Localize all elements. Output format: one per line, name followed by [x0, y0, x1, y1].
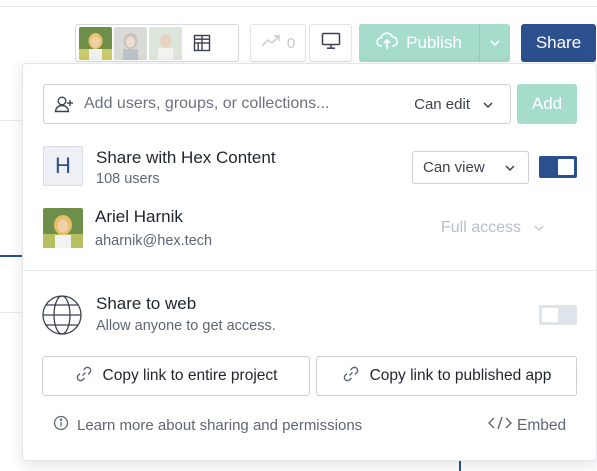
app-toolbar: 0 Publish Share — [0, 0, 597, 64]
embed-label: Embed — [517, 416, 567, 434]
member-permission-select[interactable]: Can view — [412, 151, 529, 184]
avatar[interactable] — [149, 26, 182, 60]
share-to-web-subtitle: Allow anyone to get access. — [96, 318, 276, 334]
background-accent-line — [0, 255, 22, 257]
publish-label: Publish — [406, 33, 462, 52]
publish-button[interactable]: Publish — [359, 24, 479, 62]
avatar — [43, 208, 83, 248]
copy-app-link-label: Copy link to published app — [369, 367, 552, 384]
member-row: Ariel Harnik aharnik@hex.tech Full acces… — [43, 206, 583, 252]
member-subtitle: 108 users — [96, 171, 160, 187]
code-icon — [487, 415, 513, 436]
share-to-web-title: Share to web — [96, 294, 197, 313]
member-row: H Share with Hex Content 108 users Can v… — [43, 144, 583, 190]
copy-project-link-button[interactable]: Copy link to entire project — [42, 356, 310, 396]
member-name: Share with Hex Content — [96, 148, 276, 167]
member-email: aharnik@hex.tech — [95, 233, 213, 249]
cloud-upload-icon — [376, 31, 399, 55]
chevron-down-icon — [489, 34, 501, 52]
trend-count: 0 — [286, 34, 296, 52]
share-popover: Can edit Add H Share with Hex Content 10… — [22, 63, 597, 461]
add-members-field[interactable]: Can edit — [43, 84, 511, 124]
section-divider — [23, 270, 597, 271]
copy-project-link-label: Copy link to entire project — [102, 367, 278, 384]
monitor-icon — [321, 32, 341, 55]
add-label: Add — [531, 94, 563, 113]
add-user-icon — [44, 95, 84, 113]
background-divider — [0, 312, 22, 313]
info-icon — [53, 415, 69, 435]
learn-more-label: Learn more about sharing and permissions — [77, 416, 363, 434]
trend-icon — [261, 34, 281, 52]
globe-icon — [41, 294, 83, 336]
toggle-knob — [542, 308, 558, 322]
background-divider — [0, 120, 22, 121]
link-icon — [342, 365, 360, 388]
share-label: Share — [535, 33, 582, 52]
learn-more-link[interactable]: Learn more about sharing and permissions — [53, 415, 362, 435]
chevron-down-icon — [482, 96, 494, 113]
member-permission-label: Can view — [423, 159, 485, 176]
chevron-down-icon — [504, 159, 516, 176]
add-permission-select[interactable]: Can edit — [414, 96, 510, 113]
collaborators-avatar-group[interactable] — [75, 24, 239, 62]
embed-button[interactable]: Embed — [487, 415, 566, 436]
add-permission-label: Can edit — [414, 95, 470, 113]
hex-content-toggle[interactable] — [539, 156, 577, 178]
trending-button[interactable]: 0 — [250, 24, 306, 62]
chevron-down-icon — [533, 219, 545, 237]
avatar[interactable] — [114, 26, 147, 60]
link-icon — [75, 365, 93, 388]
grid-icon[interactable] — [190, 31, 214, 55]
copy-app-link-button[interactable]: Copy link to published app — [316, 356, 577, 396]
group-badge: H — [43, 146, 83, 186]
avatar[interactable] — [79, 26, 112, 60]
share-to-web-row: Share to web Allow anyone to get access. — [41, 292, 581, 338]
member-permission-select: Full access — [441, 219, 545, 237]
member-name: Ariel Harnik — [95, 207, 183, 226]
toggle-knob — [558, 159, 574, 175]
add-button[interactable]: Add — [517, 84, 577, 124]
publish-options-button[interactable] — [479, 24, 510, 62]
member-permission-label: Full access — [441, 219, 522, 236]
add-members-input[interactable] — [84, 95, 415, 113]
share-to-web-toggle[interactable] — [539, 305, 577, 325]
share-button[interactable]: Share — [521, 24, 596, 62]
present-button[interactable] — [309, 24, 352, 62]
